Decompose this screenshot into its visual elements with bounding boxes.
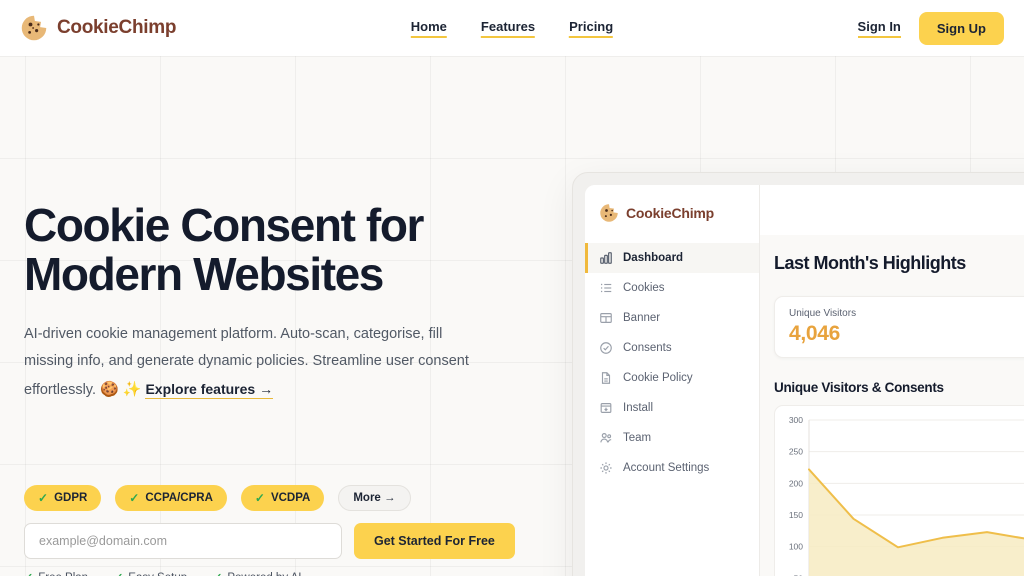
chart-title: Unique Visitors & Consents xyxy=(774,380,944,395)
dashboard-preview: CookieChimp Dashboard Cookies Banner Con… xyxy=(572,172,1024,576)
download-box-icon xyxy=(600,403,612,413)
people-icon xyxy=(600,433,612,443)
stat-label: Unique Visitors xyxy=(789,308,857,319)
dashboard-topbar xyxy=(760,185,1024,235)
sidebar-item-label: Banner xyxy=(623,312,661,324)
dashboard-brand: CookieChimp xyxy=(585,203,759,223)
brand-name: CookieChimp xyxy=(57,17,177,38)
sidebar-item-install[interactable]: Install xyxy=(585,393,759,423)
explore-features-link[interactable]: Explore features → xyxy=(145,381,274,400)
page-title: Cookie Consent for Modern Websites xyxy=(24,201,544,299)
hero-section: Cookie Consent for Modern Websites AI-dr… xyxy=(0,56,1024,576)
dashboard-window: CookieChimp Dashboard Cookies Banner Con… xyxy=(585,185,1024,576)
perk-easy-setup-label: Easy Setup xyxy=(128,572,187,576)
sidebar-item-cookies[interactable]: Cookies xyxy=(585,273,759,303)
check-icon: ✓ xyxy=(254,491,265,505)
svg-text:200: 200 xyxy=(789,478,803,488)
badge-ccpa-cpra[interactable]: ✓ CCPA/CPRA xyxy=(115,485,227,511)
cookie-logo-icon xyxy=(21,15,47,41)
cookie-emoji-icon: 🍪 xyxy=(100,381,119,399)
sidebar-item-label: Dashboard xyxy=(623,252,684,264)
sidebar-item-account-settings[interactable]: Account Settings xyxy=(585,453,759,483)
sparkle-emoji-icon: ✨ xyxy=(122,381,142,399)
svg-text:300: 300 xyxy=(789,415,803,425)
dashboard-brand-name: CookieChimp xyxy=(626,205,715,221)
stat-card-unique-visitors: Unique Visitors 4,046 xyxy=(774,296,1024,358)
stat-value: 4,046 xyxy=(789,322,841,345)
svg-text:250: 250 xyxy=(789,447,803,457)
sidebar-item-dashboard[interactable]: Dashboard xyxy=(585,243,759,273)
badge-ccpa-label: CCPA/CPRA xyxy=(145,492,213,504)
dashboard-page-title: Last Month's Highlights xyxy=(774,253,966,273)
heading-line-2: Modern Websites xyxy=(24,247,384,300)
badge-vcdpa[interactable]: ✓ VCDPA xyxy=(240,485,325,511)
heading-line-1: Cookie Consent for xyxy=(24,199,424,251)
nav-link-pricing[interactable]: Pricing xyxy=(569,19,614,38)
badge-gdpr-label: GDPR xyxy=(54,492,88,504)
dashboard-content: Last Month's Highlights Unique Visitors … xyxy=(760,235,1024,576)
signup-form: Get Started For Free xyxy=(24,523,515,559)
cookie-logo-icon xyxy=(600,204,618,222)
bar-chart-icon xyxy=(600,252,612,264)
perk-easy-setup: ✓ Easy Setup xyxy=(114,571,187,576)
perk-free-plan: ✓ Free Plan xyxy=(24,571,88,576)
get-started-button[interactable]: Get Started For Free xyxy=(354,523,515,559)
table-icon xyxy=(600,313,612,323)
sidebar-item-label: Account Settings xyxy=(623,462,710,474)
visitors-consents-chart: 50100150200250300 xyxy=(774,405,1024,576)
sign-in-link[interactable]: Sign In xyxy=(857,19,901,38)
badge-gdpr[interactable]: ✓ GDPR xyxy=(24,485,102,511)
list-icon xyxy=(600,283,612,293)
dashboard-sidebar: CookieChimp Dashboard Cookies Banner Con… xyxy=(585,185,760,576)
perks-list: ✓ Free Plan ✓ Easy Setup ✓ Powered by AI xyxy=(24,571,302,576)
svg-text:150: 150 xyxy=(789,510,803,520)
perk-powered-by-ai: ✓ Powered by AI xyxy=(213,571,301,576)
check-circle-icon xyxy=(600,342,612,354)
perk-free-plan-label: Free Plan xyxy=(38,572,88,576)
sidebar-item-label: Cookie Policy xyxy=(623,372,693,384)
sidebar-item-label: Install xyxy=(623,402,654,414)
brand-logo[interactable]: CookieChimp xyxy=(20,14,176,42)
nav-links: Home Features Pricing xyxy=(410,19,614,38)
more-badges-button[interactable]: More → xyxy=(338,485,411,511)
compliance-badges: ✓ GDPR ✓ CCPA/CPRA ✓ VCDPA More → xyxy=(24,485,411,511)
nav-actions: Sign In Sign Up xyxy=(857,11,1004,45)
document-icon xyxy=(601,372,611,384)
sidebar-item-team[interactable]: Team xyxy=(585,423,759,453)
hero-subtext: AI-driven cookie management platform. Au… xyxy=(24,321,494,405)
badge-vcdpa-label: VCDPA xyxy=(270,492,311,504)
sidebar-item-label: Consents xyxy=(623,342,672,354)
sidebar-item-label: Team xyxy=(623,432,652,444)
perk-powered-by-ai-label: Powered by AI xyxy=(227,572,301,576)
chart-svg: 50100150200250300 xyxy=(789,415,1024,576)
check-icon: ✓ xyxy=(38,491,49,505)
check-icon: ✓ xyxy=(114,571,123,576)
email-field[interactable] xyxy=(24,523,342,559)
svg-text:100: 100 xyxy=(789,542,803,552)
sidebar-item-label: Cookies xyxy=(623,282,665,294)
sidebar-item-banner[interactable]: Banner xyxy=(585,303,759,333)
check-icon: ✓ xyxy=(129,491,140,505)
check-icon: ✓ xyxy=(24,571,33,576)
gear-icon xyxy=(600,462,612,474)
check-icon: ✓ xyxy=(213,571,222,576)
top-navigation-bar: CookieChimp Home Features Pricing Sign I… xyxy=(0,0,1024,56)
sidebar-item-cookie-policy[interactable]: Cookie Policy xyxy=(585,363,759,393)
nav-link-features[interactable]: Features xyxy=(480,19,536,38)
hero-copy: Cookie Consent for Modern Websites AI-dr… xyxy=(24,201,544,405)
nav-link-home[interactable]: Home xyxy=(410,19,447,38)
sidebar-item-consents[interactable]: Consents xyxy=(585,333,759,363)
sign-up-button[interactable]: Sign Up xyxy=(918,11,1004,45)
dashboard-main: Last Month's Highlights Unique Visitors … xyxy=(760,185,1024,576)
